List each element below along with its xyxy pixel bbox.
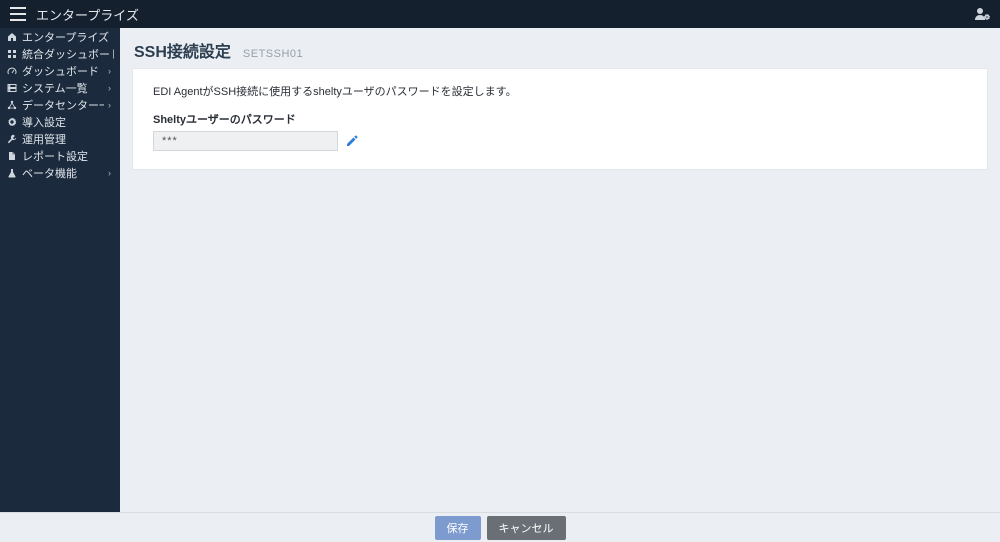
- sidebar-item-label: 統合ダッシュボード: [22, 46, 114, 62]
- sidebar-item-label: ダッシュボード: [22, 63, 104, 79]
- chevron-right-icon: ›: [108, 168, 114, 178]
- page-title: SSH接続設定: [134, 38, 231, 62]
- footer-bar: 保存 キャンセル: [0, 512, 1000, 542]
- sidebar-item-gauge[interactable]: ダッシュボード ›: [0, 62, 120, 79]
- flask-icon: [6, 168, 18, 178]
- topbar: エンタープライズ: [0, 0, 1000, 28]
- save-button[interactable]: 保存: [435, 516, 481, 540]
- wrench-icon: [6, 134, 18, 144]
- sidebar-item-label: システム一覧: [22, 80, 104, 96]
- page-header: SSH接続設定 SETSSH01: [120, 28, 1000, 68]
- sidebar-item-label: エンタープライズ: [22, 29, 114, 45]
- settings-description: EDI AgentがSSH接続に使用するsheltyユーザのパスワードを設定しま…: [153, 83, 967, 99]
- file-icon: [6, 151, 18, 161]
- sidebar-item-server[interactable]: システム一覧 ›: [0, 79, 120, 96]
- network-icon: [6, 100, 18, 110]
- gear-icon: [6, 117, 18, 127]
- gauge-icon: [6, 66, 18, 76]
- app-title: エンタープライズ: [36, 5, 139, 24]
- cancel-button[interactable]: キャンセル: [487, 516, 566, 540]
- chevron-right-icon: ›: [108, 66, 114, 76]
- sidebar-item-flask[interactable]: ベータ機能 ›: [0, 164, 120, 181]
- home-icon: [6, 32, 18, 42]
- settings-card: EDI AgentがSSH接続に使用するsheltyユーザのパスワードを設定しま…: [132, 68, 988, 170]
- password-input[interactable]: [153, 131, 338, 151]
- menu-icon[interactable]: [10, 7, 26, 21]
- sidebar-item-wrench[interactable]: 運用管理: [0, 130, 120, 147]
- sidebar-item-file[interactable]: レポート設定: [0, 147, 120, 164]
- sidebar-item-label: 導入設定: [22, 114, 114, 130]
- sidebar-item-label: データセンター一覧: [22, 97, 104, 113]
- edit-icon[interactable]: [346, 135, 358, 147]
- password-label: Sheltyユーザーのパスワード: [153, 111, 967, 127]
- password-field-row: [153, 131, 967, 151]
- topbar-left: エンタープライズ: [10, 5, 139, 24]
- sidebar-item-label: ベータ機能: [22, 165, 104, 181]
- sidebar-item-gear[interactable]: 導入設定: [0, 113, 120, 130]
- sidebar: エンタープライズ統合ダッシュボードダッシュボード›システム一覧›データセンター一…: [0, 28, 120, 512]
- sidebar-item-label: 運用管理: [22, 131, 114, 147]
- sidebar-item-grid[interactable]: 統合ダッシュボード: [0, 45, 120, 62]
- chevron-right-icon: ›: [108, 83, 114, 93]
- main: SSH接続設定 SETSSH01 EDI AgentがSSH接続に使用するshe…: [120, 28, 1000, 512]
- user-settings-icon[interactable]: [974, 7, 990, 21]
- grid-icon: [6, 49, 18, 59]
- sidebar-item-label: レポート設定: [22, 148, 114, 164]
- page-code: SETSSH01: [243, 48, 303, 60]
- body: エンタープライズ統合ダッシュボードダッシュボード›システム一覧›データセンター一…: [0, 28, 1000, 512]
- server-icon: [6, 83, 18, 93]
- sidebar-item-network[interactable]: データセンター一覧 ›: [0, 96, 120, 113]
- sidebar-item-home[interactable]: エンタープライズ: [0, 28, 120, 45]
- chevron-right-icon: ›: [108, 100, 114, 110]
